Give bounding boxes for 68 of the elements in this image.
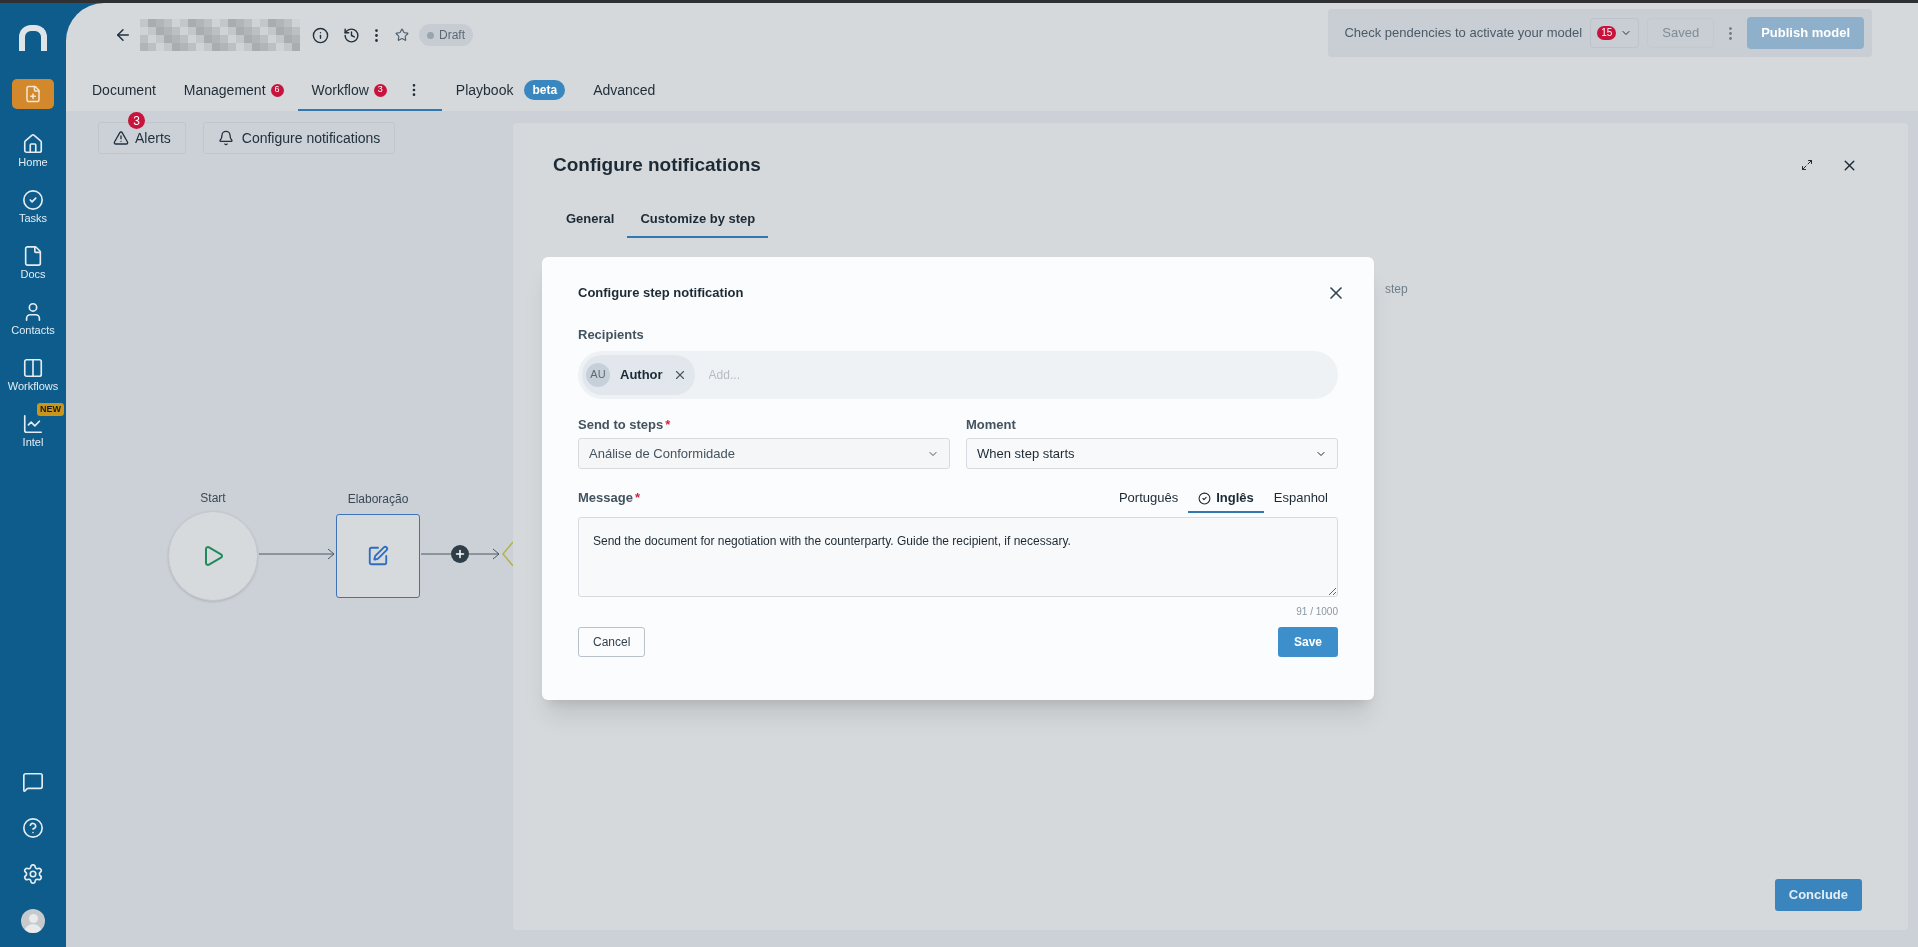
save-button[interactable]: Save — [1277, 627, 1338, 657]
avatar[interactable] — [21, 909, 45, 933]
star-icon[interactable] — [395, 28, 409, 42]
new-badge: NEW — [37, 403, 64, 416]
warning-icon — [113, 130, 129, 146]
tab[interactable]: Document — [78, 71, 170, 111]
sidebar-item[interactable]: Workflows — [2, 357, 64, 394]
task-node[interactable] — [336, 514, 420, 598]
message-field[interactable]: Send the document for negotiation with the counterparty. Guide the recipient, if necessary. — [578, 517, 1338, 597]
history-icon[interactable] — [343, 26, 360, 44]
recipient-input[interactable]: Add... — [708, 365, 1334, 384]
chat-icon[interactable] — [22, 771, 44, 793]
drawer-title: Configure notifications — [553, 153, 761, 177]
recipients-field[interactable]: AU Author Add... — [578, 350, 1338, 399]
help-icon[interactable] — [22, 817, 44, 839]
file-plus-icon — [24, 85, 42, 103]
settings-icon[interactable] — [22, 863, 44, 885]
count-badge: 3 — [128, 112, 145, 129]
chart-icon — [22, 413, 44, 435]
tab[interactable]: General — [553, 201, 628, 238]
board-icon — [22, 357, 44, 379]
language-tab[interactable]: Português — [1108, 485, 1189, 513]
sidebar-item[interactable]: Docs — [2, 245, 64, 282]
tab[interactable]: Customize by step — [627, 201, 769, 238]
check-circle-icon — [22, 189, 44, 211]
plus-icon — [454, 548, 466, 560]
step-text: step — [1385, 280, 1408, 298]
tab[interactable]: Advanced — [579, 71, 670, 111]
pendencies-text: Check pendencies to activate your model — [1344, 24, 1583, 43]
select-field[interactable]: When step starts — [966, 438, 1338, 469]
home-icon — [22, 133, 44, 155]
new-document-button[interactable] — [12, 79, 54, 109]
count-badge: 6 — [270, 83, 284, 97]
count-badge: 3 — [373, 83, 387, 97]
configure-notifications-button[interactable]: Configure notifications — [202, 122, 396, 154]
sidebar-item[interactable]: Home — [2, 133, 64, 170]
field-label: Moment — [966, 415, 1016, 434]
node-label: Elaboração — [347, 491, 409, 508]
language-tab[interactable]: Inglês — [1188, 485, 1264, 513]
select-field[interactable]: Análise de Conformidade — [578, 438, 950, 469]
sidebar-item[interactable]: Intel — [2, 413, 64, 450]
edit-icon — [367, 545, 389, 567]
recipient-chip[interactable]: AU Author — [582, 354, 695, 395]
initials-avatar: AU — [586, 362, 610, 387]
pendencies-dropdown[interactable]: 15 — [1590, 18, 1640, 48]
decision-node[interactable] — [502, 541, 513, 567]
beta-tag: beta — [524, 80, 566, 100]
dialog-title: Configure step notification — [578, 284, 744, 303]
logo-icon — [19, 25, 47, 51]
add-step-button[interactable] — [451, 545, 469, 563]
language-tab[interactable]: Espanhol — [1263, 485, 1338, 513]
tab[interactable]: Playbook beta — [441, 71, 580, 111]
sidebar-item[interactable]: Contacts — [2, 301, 64, 338]
node-label: Start — [200, 490, 226, 507]
info-icon[interactable] — [312, 26, 329, 44]
field-label: Recipients — [578, 326, 644, 344]
character-counter: 91 / 1000 — [1296, 605, 1338, 619]
bell-icon — [217, 130, 234, 146]
cancel-button[interactable]: Cancel — [578, 627, 646, 657]
connector-arrow — [469, 548, 501, 560]
tab[interactable]: Management 6 — [169, 71, 298, 111]
field-label: Message* — [578, 488, 640, 507]
document-icon — [22, 245, 44, 267]
expand-icon[interactable] — [1801, 159, 1813, 172]
check-circle-icon — [1198, 491, 1212, 505]
sidebar-item[interactable]: Tasks — [2, 189, 64, 226]
status-badge: Draft — [419, 24, 473, 46]
field-label: Send to steps* — [578, 415, 671, 434]
